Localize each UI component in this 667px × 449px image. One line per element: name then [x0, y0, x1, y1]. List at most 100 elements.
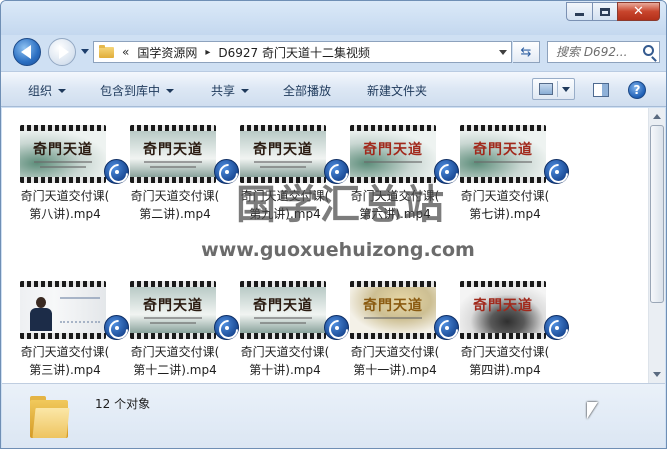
file-tile[interactable]: 奇門天道 奇门天道交付课( 第九讲).mp4	[237, 125, 349, 225]
change-view-button[interactable]	[532, 78, 575, 100]
filmstrip-edge	[130, 177, 216, 183]
breadcrumb-overflow-chevron[interactable]: «	[122, 45, 129, 59]
play-all-button[interactable]: 全部播放	[283, 82, 331, 99]
thumbnail-text-line	[254, 161, 312, 163]
search-box[interactable]	[547, 41, 660, 63]
thumbnail-frame: 奇門天道	[240, 287, 326, 333]
thumbnail-frame: 奇門天道	[20, 131, 106, 177]
breadcrumb-item-current[interactable]: D6927 奇门天道十二集视频	[218, 44, 370, 61]
filmstrip-edge	[240, 177, 326, 183]
thumbnail-frame: 奇門天道	[240, 131, 326, 177]
filmstrip-edge	[20, 177, 106, 183]
thumbnail-title: 奇門天道	[33, 142, 93, 158]
organize-label: 组织	[28, 84, 53, 98]
close-button[interactable]: ✕	[617, 2, 660, 21]
new-folder-label: 新建文件夹	[367, 84, 428, 98]
media-player-icon	[324, 315, 349, 340]
file-name-line2: 第九讲).mp4	[249, 207, 321, 221]
breadcrumb-item-root[interactable]: 国学资源网	[137, 44, 197, 61]
file-tile[interactable]: 奇門天道 奇门天道交付课(第六讲).mp4	[347, 125, 459, 225]
forward-button[interactable]	[48, 38, 76, 66]
scroll-up-icon[interactable]	[653, 114, 661, 119]
organize-menu[interactable]: 组织	[28, 82, 67, 99]
thumbnail-frame: 奇門天道	[350, 131, 436, 177]
share-menu[interactable]: 共享	[211, 82, 250, 99]
media-player-icon	[214, 159, 239, 184]
filmstrip-edge	[460, 333, 546, 339]
breadcrumb-separator[interactable]: ▸	[205, 47, 210, 58]
file-name: 奇门天道交付课(第七讲).mp4	[451, 187, 559, 223]
help-button[interactable]: ?	[628, 81, 646, 99]
scroll-down-icon[interactable]	[653, 372, 661, 377]
file-tile[interactable]: 奇门天道交付课(第三讲).mp4	[17, 281, 129, 381]
file-tile[interactable]: 奇門天道 奇门天道交付课(第十二讲).mp4	[127, 281, 239, 381]
maximize-icon	[600, 7, 610, 16]
address-history-dropdown[interactable]	[495, 42, 511, 62]
file-tile[interactable]: 奇門天道 奇门天道交付课(第十一讲).mp4	[347, 281, 459, 381]
lecturer-body	[30, 308, 52, 331]
thumbnail-text-line	[260, 166, 306, 168]
folder-front	[32, 408, 70, 438]
include-in-library-menu[interactable]: 包含到库中	[100, 82, 175, 99]
thumbnail-text-line	[364, 317, 422, 319]
file-name: 奇门天道交付课(第六讲).mp4	[341, 187, 449, 223]
thumbnail-frame: 奇門天道	[460, 287, 546, 333]
file-name-line2: 第十二讲).mp4	[133, 363, 217, 377]
scrollbar-thumb[interactable]	[650, 125, 664, 303]
refresh-button[interactable]: ⇆	[513, 41, 540, 63]
file-tile[interactable]: 奇門天道 奇门天道交付课(第十讲).mp4	[237, 281, 349, 381]
forward-arrow-icon	[58, 45, 69, 59]
file-tile[interactable]: 奇門天道 奇门天道交付课(第四讲).mp4	[457, 281, 569, 381]
recent-pages-dropdown[interactable]	[81, 49, 89, 54]
file-name: 奇门天道交付课(第二讲).mp4	[121, 187, 229, 223]
file-tile[interactable]: 奇門天道 奇门天道交付课(第八讲).mp4	[17, 125, 129, 225]
folder-icon	[30, 394, 70, 438]
search-input[interactable]	[556, 45, 636, 59]
file-name-line1: 奇门天道交付课(	[240, 189, 330, 203]
thumbnail-text-line	[254, 317, 312, 319]
share-label: 共享	[211, 84, 236, 98]
view-icon	[539, 83, 553, 95]
video-thumbnail: 奇門天道	[130, 281, 216, 339]
thumbnail-text-line	[40, 166, 86, 168]
chevron-down-icon[interactable]	[562, 87, 570, 92]
mouse-cursor-icon	[587, 402, 598, 419]
thumbnail-text-line	[34, 161, 92, 163]
file-name-line1: 奇门天道交付课(	[240, 345, 330, 359]
file-name-line1: 奇门天道交付课(	[350, 189, 440, 203]
thumbnail-title: 奇門天道	[473, 142, 533, 158]
file-tile[interactable]: 奇門天道 奇门天道交付课(第二讲).mp4	[127, 125, 239, 225]
vertical-scrollbar[interactable]	[648, 108, 665, 383]
thumbnail-text-line	[260, 322, 306, 324]
video-thumbnail: 奇門天道	[240, 125, 326, 183]
thumbnail-text-line	[150, 322, 196, 324]
thumbnail-text-line	[144, 317, 202, 319]
file-name-line1: 奇门天道交付课(	[130, 189, 220, 203]
new-folder-button[interactable]: 新建文件夹	[367, 82, 427, 99]
search-icon[interactable]	[643, 45, 654, 56]
details-pane: 12 个对象	[2, 383, 665, 448]
file-tile[interactable]: 奇門天道 奇门天道交付课(第七讲).mp4	[457, 125, 569, 225]
file-name-line1: 奇门天道交付课(	[20, 345, 110, 359]
minimize-button[interactable]	[566, 2, 592, 21]
file-name: 奇门天道交付课(第八讲).mp4	[11, 187, 119, 223]
filmstrip-edge	[350, 333, 436, 339]
file-list[interactable]: 奇門天道 奇门天道交付课(第八讲).mp4 奇門天道 奇门天道交付课(第二讲).…	[2, 108, 665, 383]
media-player-icon	[434, 315, 459, 340]
back-button[interactable]	[13, 38, 41, 66]
lecturer-head	[36, 297, 46, 308]
file-name: 奇门天道交付课(第四讲).mp4	[451, 343, 559, 379]
file-name: 奇门天道交付课(第十一讲).mp4	[341, 343, 449, 379]
media-player-icon	[104, 159, 129, 184]
thumbnail-title: 奇門天道	[363, 298, 423, 314]
explorer-window: ✕ « 国学资源网 ▸ D6927 奇门天道十二集视频 ⇆ 组织 包含到库中 共…	[0, 0, 667, 449]
thumbnail-frame	[20, 287, 106, 333]
maximize-button[interactable]	[592, 2, 617, 21]
preview-pane-button[interactable]	[593, 83, 609, 97]
address-bar[interactable]: « 国学资源网 ▸ D6927 奇门天道十二集视频	[93, 41, 512, 63]
lecturer-figure	[30, 297, 52, 331]
thumbnail-title: 奇門天道	[253, 142, 313, 158]
file-name-line2: 第十一讲).mp4	[353, 363, 437, 377]
video-thumbnail: 奇門天道	[20, 125, 106, 183]
address-row: « 国学资源网 ▸ D6927 奇门天道十二集视频 ⇆	[1, 35, 666, 67]
